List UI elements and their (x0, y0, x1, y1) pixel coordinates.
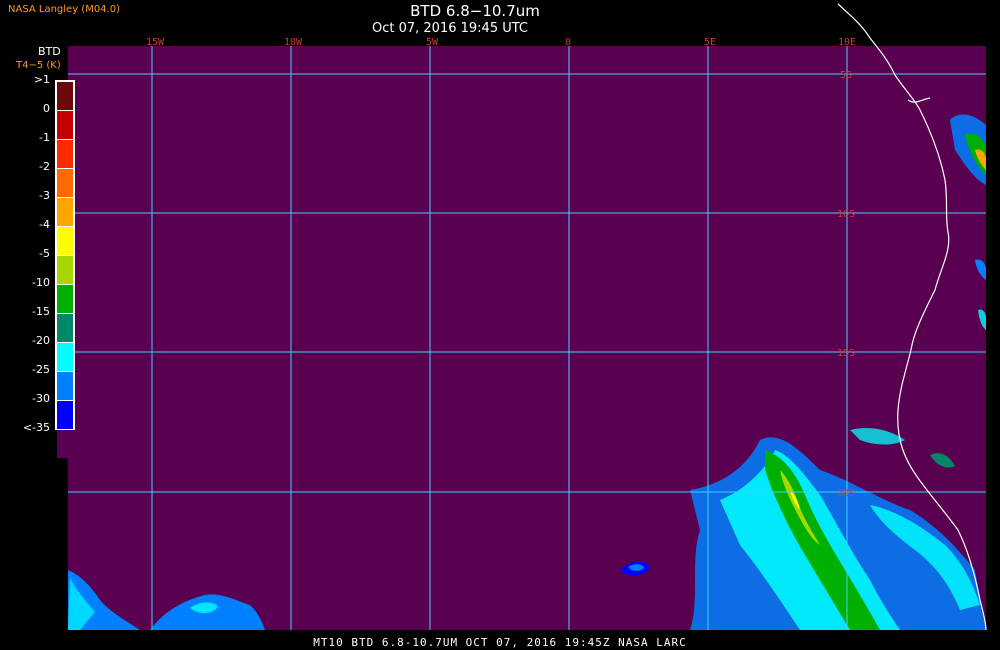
legend-label: >1 (33, 73, 50, 86)
legend-label: -10 (32, 276, 50, 289)
map-datetime: Oct 07, 2016 19:45 UTC (372, 21, 528, 36)
legend-swatch (57, 227, 73, 255)
lat-label: 5S (840, 70, 852, 81)
legend-units: T4−5 (K) (16, 60, 61, 71)
legend-label: -2 (39, 160, 50, 173)
legend-colorbar (57, 82, 73, 458)
legend-label: -25 (32, 363, 50, 376)
legend-label: <-35 (22, 421, 50, 434)
satellite-map: 15W 10W 5W 0 5E 10E 5S 10S 15S 20S (55, 3, 987, 631)
legend-swatch (57, 430, 73, 458)
legend-label: -3 (39, 189, 50, 202)
map-title: BTD 6.8−10.7um (410, 2, 540, 20)
lon-label: 5W (426, 37, 439, 48)
lat-label: 10S (837, 209, 855, 220)
legend-label: -30 (32, 392, 50, 405)
legend-swatch (57, 285, 73, 313)
legend-swatch (57, 82, 73, 110)
lon-label: 15W (146, 37, 165, 48)
legend-swatch (57, 256, 73, 284)
legend-swatch (57, 372, 73, 400)
footer-caption: MT10 BTD 6.8-10.7UM OCT 07, 2016 19:45Z … (313, 636, 687, 649)
legend-swatch (57, 111, 73, 139)
legend-label: -1 (39, 131, 50, 144)
legend-swatch (57, 401, 73, 429)
lon-label: 5E (704, 37, 716, 48)
lon-label: 10E (838, 37, 856, 48)
legend-swatch (57, 198, 73, 226)
legend-swatch (57, 140, 73, 168)
legend-swatch (57, 169, 73, 197)
legend-label: -15 (32, 305, 50, 318)
lat-label: 15S (837, 348, 855, 359)
legend-swatch (57, 314, 73, 342)
lon-label: 0 (565, 37, 571, 48)
lon-label: 10W (284, 37, 303, 48)
legend-heading: BTD (38, 45, 61, 58)
legend-label: -4 (39, 218, 50, 231)
legend-label: -20 (32, 334, 50, 347)
legend-label: 0 (43, 102, 50, 115)
legend-swatch (57, 343, 73, 371)
lat-label: 20S (837, 488, 855, 499)
legend-label: -5 (39, 247, 50, 260)
